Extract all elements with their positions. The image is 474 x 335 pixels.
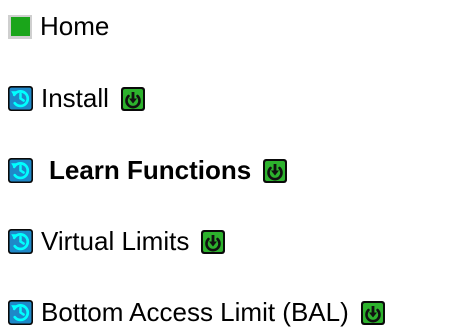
cycle-icon [8,229,33,254]
menu-item-bottom-access-limit[interactable]: Bottom Access Limit (BAL) [8,297,385,328]
down-arrow-icon[interactable] [263,159,287,183]
menu-item-label: Virtual Limits [41,226,190,256]
cycle-icon [8,300,33,325]
down-arrow-icon[interactable] [201,230,225,254]
menu-item-virtual-limits[interactable]: Virtual Limits [8,226,225,257]
home-square-icon [8,14,32,39]
cycle-icon [8,158,33,183]
menu-item-install[interactable]: Install [8,83,145,114]
menu-item-label: Home [40,11,110,41]
menu-item-learn-functions[interactable]: Learn Functions [8,155,287,186]
down-arrow-icon[interactable] [121,87,145,111]
cycle-icon [8,86,33,111]
menu-item-home[interactable]: Home [8,11,109,42]
menu-item-label: Bottom Access Limit (BAL) [41,297,349,327]
menu-item-label: Install [41,83,109,113]
menu-item-label: Learn Functions [49,155,252,185]
down-arrow-icon[interactable] [361,301,385,325]
